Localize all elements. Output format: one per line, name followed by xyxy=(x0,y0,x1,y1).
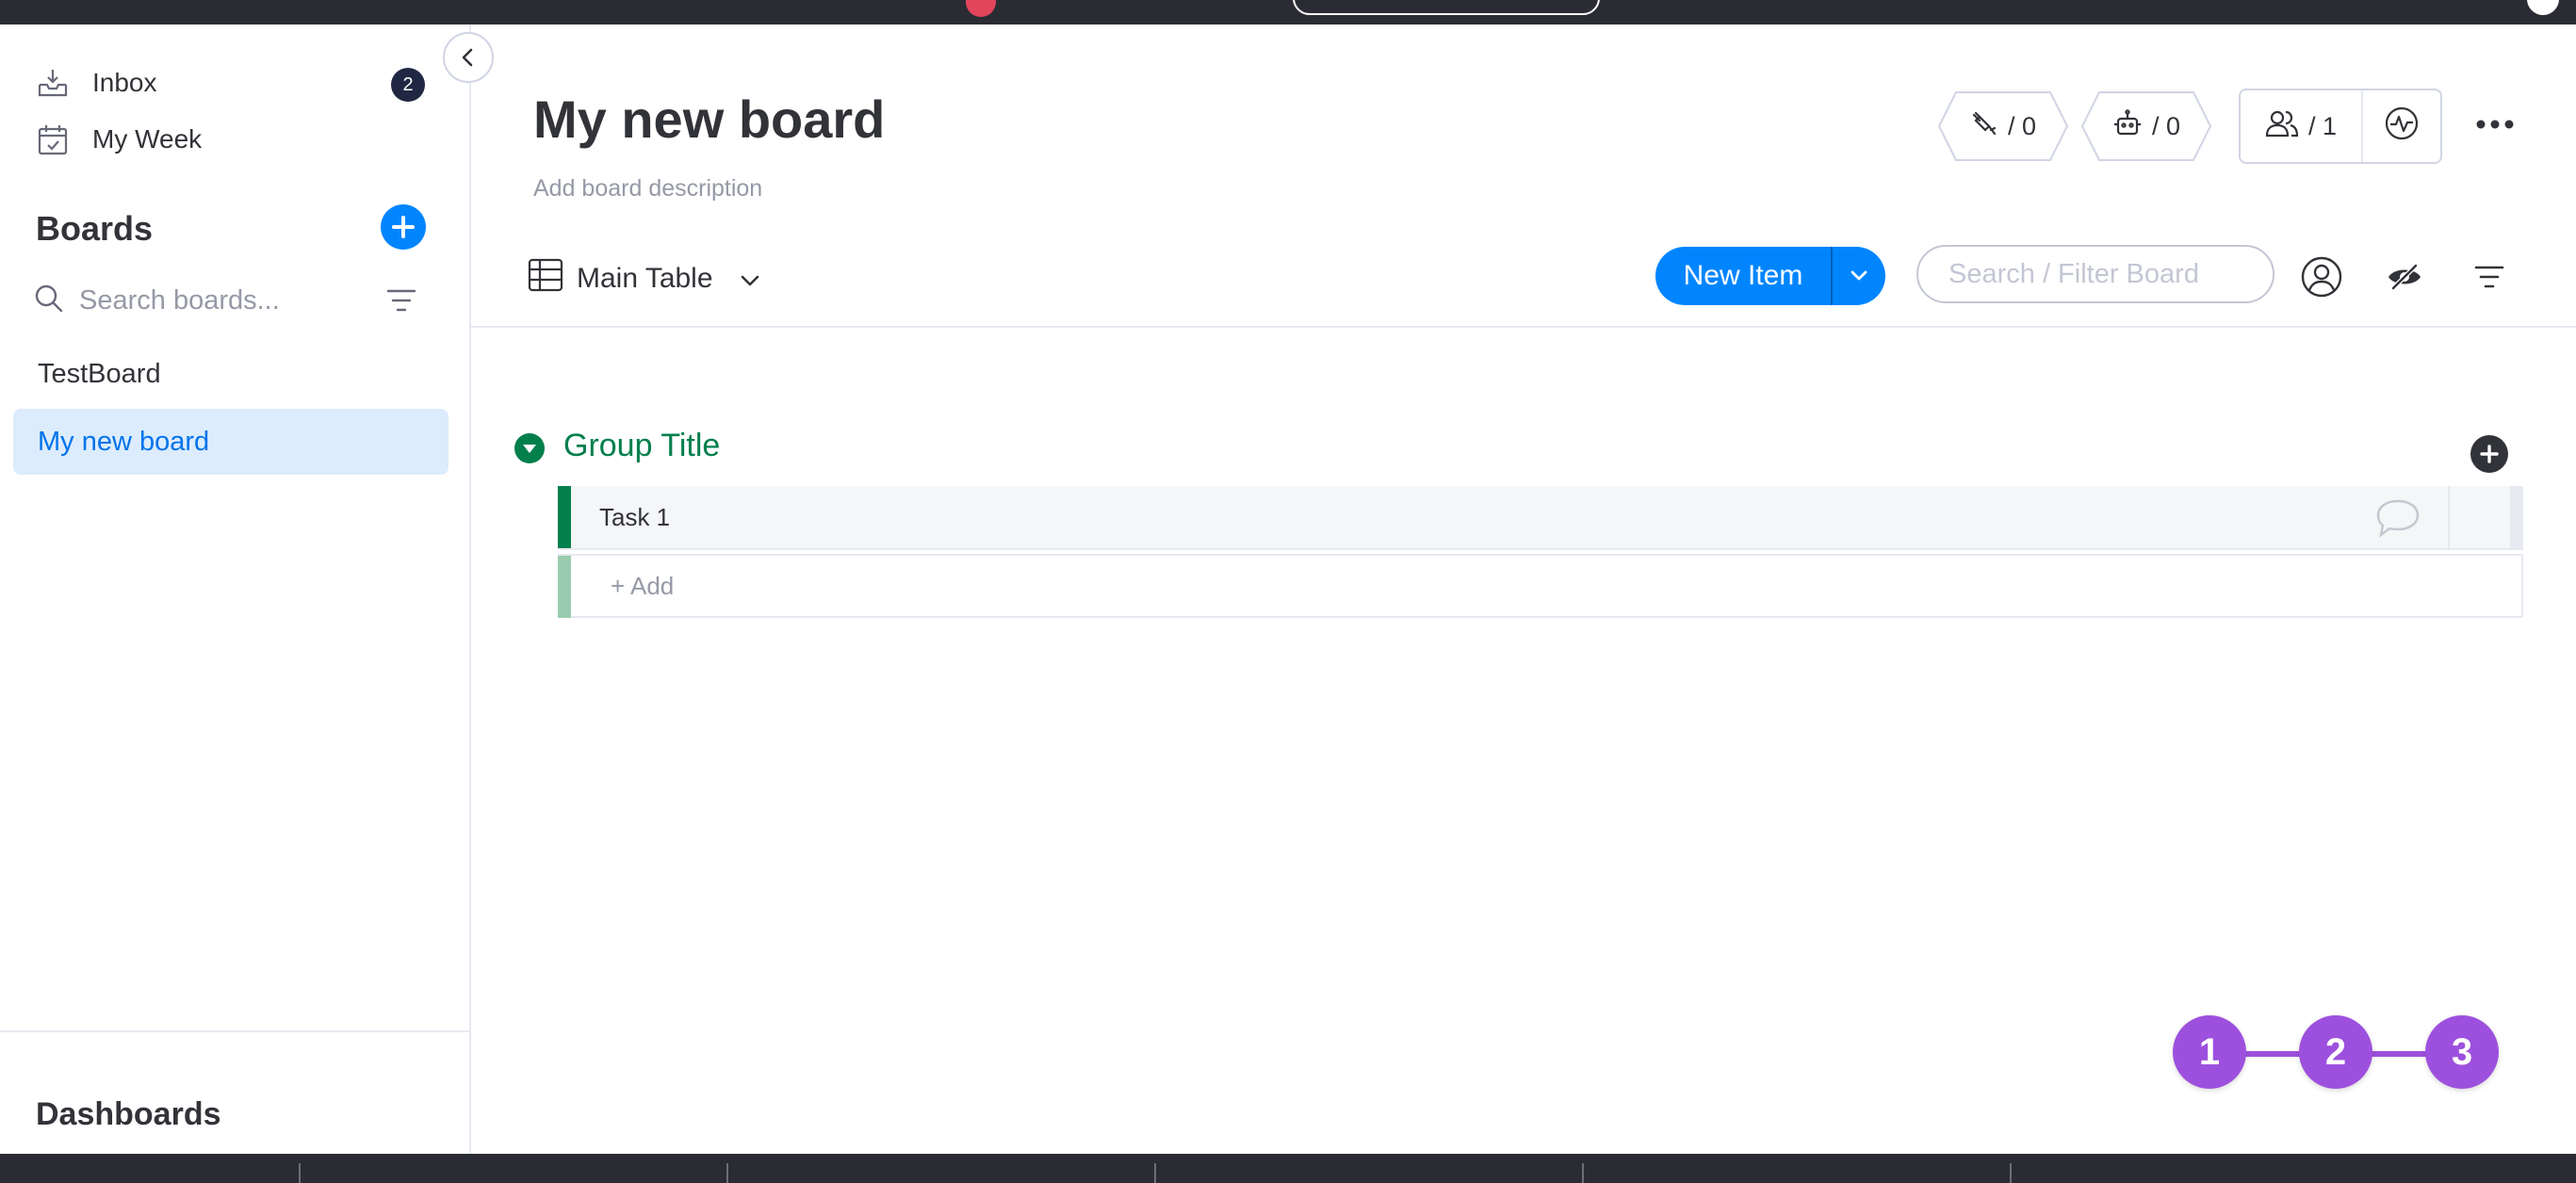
add-column-button[interactable] xyxy=(2470,435,2508,473)
top-avatar[interactable] xyxy=(2527,0,2559,15)
sidebar-item-inbox[interactable]: Inbox xyxy=(36,66,157,100)
activity-icon xyxy=(2384,105,2420,148)
person-icon xyxy=(2301,256,2342,298)
view-selector-main-table[interactable]: Main Table xyxy=(528,252,760,305)
add-board-button[interactable] xyxy=(381,204,426,250)
search-boards-input[interactable] xyxy=(77,284,383,317)
add-item-row[interactable]: + Add xyxy=(558,554,2523,618)
hide-columns-button[interactable] xyxy=(2380,252,2429,301)
activity-button[interactable] xyxy=(2363,90,2440,162)
new-item-button[interactable]: New Item xyxy=(1655,247,1833,305)
person-filter-button[interactable] xyxy=(2297,252,2346,301)
step-1-button[interactable]: 1 xyxy=(2173,1015,2246,1089)
more-options-button[interactable] xyxy=(2467,105,2523,143)
plus-icon xyxy=(2480,445,2499,463)
members-count: / 1 xyxy=(2307,111,2338,140)
integrations-button[interactable]: / 0 xyxy=(1937,90,2069,162)
table-icon xyxy=(528,257,563,300)
notification-dot xyxy=(966,0,996,17)
caret-down-icon xyxy=(523,445,536,453)
search-icon xyxy=(34,284,64,318)
add-item-label[interactable]: + Add xyxy=(611,556,674,616)
sidebar-item-my-new-board[interactable]: My new board xyxy=(13,409,448,475)
members-button[interactable]: / 1 xyxy=(2241,90,2363,162)
onboarding-steps: 1 2 3 xyxy=(2173,1015,2499,1091)
item-name[interactable]: Task 1 xyxy=(599,486,670,548)
sidebar: Inbox 2 My Week Boards TestBoard My new … xyxy=(0,24,471,1154)
comment-icon[interactable] xyxy=(2374,497,2421,543)
chevron-down-icon[interactable] xyxy=(740,263,760,295)
new-item-split-button: New Item xyxy=(1655,247,1885,305)
sidebar-item-label: Inbox xyxy=(92,68,157,97)
new-item-dropdown-button[interactable] xyxy=(1833,247,1885,305)
people-icon xyxy=(2265,109,2299,144)
group-title[interactable]: Group Title xyxy=(563,428,720,464)
board-description[interactable]: Add board description xyxy=(533,175,762,203)
chevron-down-icon xyxy=(1850,270,1867,281)
top-bar xyxy=(0,0,2576,24)
dashboards-heading[interactable]: Dashboards xyxy=(36,1096,221,1133)
chevron-left-icon xyxy=(462,48,473,67)
filter-icon xyxy=(2474,266,2504,288)
boards-heading: Boards xyxy=(36,209,154,248)
filter-icon[interactable] xyxy=(385,286,417,319)
board-main: My new board Add board description / 0 /… xyxy=(471,24,2576,1154)
inbox-icon xyxy=(36,66,70,100)
cell-divider xyxy=(2448,486,2450,548)
calendar-icon xyxy=(36,122,70,156)
step-2-button[interactable]: 2 xyxy=(2299,1015,2372,1089)
search-boards-field[interactable] xyxy=(34,277,411,324)
inbox-count-badge: 2 xyxy=(391,68,425,102)
row-end-cap xyxy=(2510,486,2523,548)
bottom-bar xyxy=(0,1154,2576,1183)
board-members-box: / 1 xyxy=(2239,89,2442,164)
automations-button[interactable]: / 0 xyxy=(2080,90,2212,162)
plus-icon xyxy=(392,216,415,238)
robot-icon xyxy=(2112,108,2143,144)
page-title[interactable]: My new board xyxy=(533,89,885,150)
sidebar-item-my-week[interactable]: My Week xyxy=(36,122,202,156)
group-color-bar xyxy=(558,556,571,618)
search-filter-board-field[interactable] xyxy=(1916,245,2274,303)
header-divider xyxy=(471,326,2576,328)
collapse-sidebar-button[interactable] xyxy=(443,32,494,83)
automations-count: / 0 xyxy=(2151,111,2181,140)
sidebar-divider xyxy=(0,1030,469,1032)
top-pill-button[interactable] xyxy=(1293,0,1600,15)
integrations-count: / 0 xyxy=(2007,111,2037,140)
group-color-bar xyxy=(558,486,571,548)
table-row[interactable]: Task 1 xyxy=(558,486,2523,550)
view-label: Main Table xyxy=(577,263,713,294)
sidebar-item-testboard[interactable]: TestBoard xyxy=(13,341,448,407)
integrations-icon xyxy=(1970,109,1998,144)
more-icon xyxy=(2476,120,2514,129)
step-3-button[interactable]: 3 xyxy=(2425,1015,2499,1089)
eye-hidden-icon xyxy=(2389,264,2421,290)
sidebar-item-label: My Week xyxy=(92,124,203,154)
filter-button[interactable] xyxy=(2465,252,2514,301)
group-collapse-toggle[interactable] xyxy=(514,433,545,463)
search-filter-board-input[interactable] xyxy=(1947,257,2261,291)
